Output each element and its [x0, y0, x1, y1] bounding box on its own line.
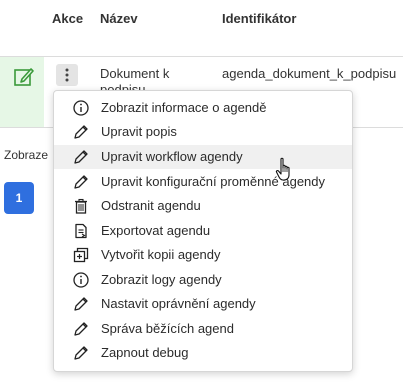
- menu-item-manage-running[interactable]: Správa běžících agend: [54, 317, 352, 341]
- menu-item-label: Zobrazit logy agendy: [101, 272, 222, 287]
- pencil-icon: [74, 322, 88, 336]
- pencil-icon: [74, 297, 88, 311]
- document-name: Dokument k podpisu: [100, 66, 170, 90]
- menu-item-edit-description[interactable]: Upravit popis: [54, 120, 352, 144]
- menu-item-enable-debug[interactable]: Zapnout debug: [54, 341, 352, 365]
- actions-menu-button[interactable]: [56, 64, 78, 86]
- menu-item-label: Odstranit agendu: [101, 198, 201, 213]
- copy-icon: [73, 247, 89, 263]
- pencil-icon: [74, 346, 88, 360]
- menu-item-show-logs[interactable]: Zobrazit logy agendy: [54, 268, 352, 292]
- edit-cell: [0, 57, 44, 127]
- menu-item-label: Upravit popis: [101, 124, 177, 139]
- info-icon: [73, 100, 89, 116]
- column-header-nazev[interactable]: Název: [100, 11, 138, 26]
- menu-item-set-permissions[interactable]: Nastavit oprávnění agendy: [54, 292, 352, 316]
- menu-item-copy-agenda[interactable]: Vytvořit kopii agendy: [54, 243, 352, 267]
- export-icon: [75, 223, 87, 239]
- menu-item-label: Nastavit oprávnění agendy: [101, 296, 256, 311]
- pencil-icon: [74, 150, 88, 164]
- column-header-identifikator[interactable]: Identifikátor: [222, 11, 296, 26]
- menu-item-export-agenda[interactable]: Exportovat agendu: [54, 219, 352, 243]
- actions-dropdown-menu: Zobrazit informace o agendě Upravit popi…: [53, 90, 353, 372]
- info-icon: [73, 272, 89, 288]
- menu-item-label: Upravit workflow agendy: [101, 149, 243, 164]
- menu-item-label: Správa běžících agend: [101, 321, 234, 336]
- menu-item-label: Zapnout debug: [101, 345, 189, 360]
- trash-icon: [75, 198, 87, 214]
- kebab-icon: [65, 68, 69, 82]
- table-header: Akce Název Identifikátor: [0, 0, 403, 57]
- column-header-akce: Akce: [52, 11, 84, 26]
- menu-item-edit-workflow[interactable]: Upravit workflow agendy: [54, 145, 352, 169]
- menu-item-label: Exportovat agendu: [101, 223, 211, 238]
- menu-item-label: Vytvořit kopii agendy: [101, 247, 221, 262]
- pencil-icon: [74, 175, 88, 189]
- menu-item-label: Zobrazit informace o agendě: [101, 100, 267, 115]
- pencil-icon: [74, 125, 88, 139]
- menu-item-edit-config-variables[interactable]: Upravit konfigurační proměnné agendy: [54, 170, 352, 194]
- display-count-text: Zobraze: [4, 148, 49, 162]
- menu-item-delete-agenda[interactable]: Odstranit agendu: [54, 194, 352, 218]
- pagination-page-1[interactable]: 1: [4, 182, 34, 214]
- document-identifier: agenda_dokument_k_podpisu: [222, 66, 397, 81]
- menu-item-show-info[interactable]: Zobrazit informace o agendě: [54, 96, 352, 120]
- hand-cursor-icon: [275, 157, 290, 181]
- edit-icon[interactable]: [13, 66, 35, 88]
